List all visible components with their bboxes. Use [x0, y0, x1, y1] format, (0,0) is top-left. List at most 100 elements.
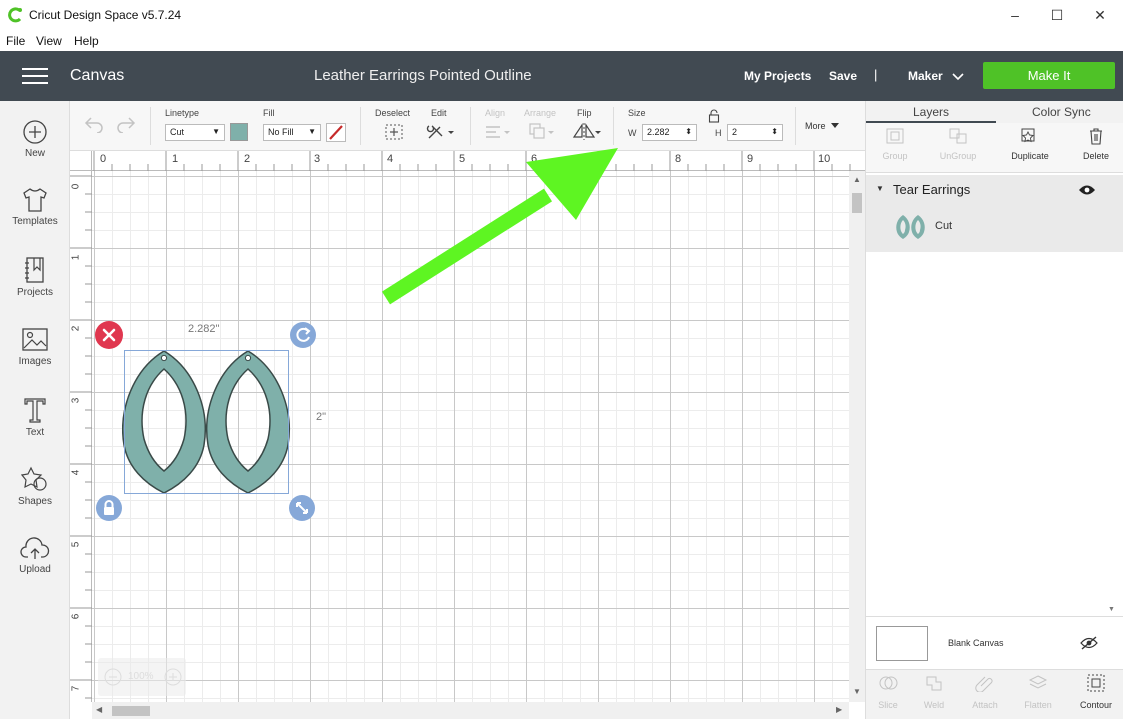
- sidebar-item-label: Text: [25, 427, 45, 438]
- tab-layers[interactable]: Layers: [913, 105, 949, 119]
- delete-label: Delete: [1082, 151, 1109, 161]
- close-button[interactable]: ✕: [1080, 4, 1120, 26]
- scroll-left-arrow-icon[interactable]: ◀: [96, 705, 102, 714]
- duplicate-button[interactable]: Duplicate: [998, 127, 1062, 161]
- tshirt-icon: [23, 188, 47, 212]
- ruler-top-label: 1: [172, 153, 179, 165]
- delete-button[interactable]: Delete: [1064, 127, 1123, 161]
- blank-canvas-swatch[interactable]: [876, 626, 928, 661]
- fill-select[interactable]: No Fill ▼: [263, 124, 321, 141]
- vertical-scrollbar[interactable]: ▲ ▼: [849, 171, 865, 702]
- weld-button[interactable]: Weld: [908, 674, 960, 710]
- sidebar-item-text[interactable]: Text: [0, 396, 70, 456]
- menu-view[interactable]: View: [36, 34, 62, 48]
- dropdown-arrow-icon: ▼: [212, 127, 220, 136]
- ungroup-button[interactable]: UnGroup: [926, 127, 990, 161]
- maximize-button[interactable]: ☐: [1037, 4, 1077, 26]
- chevron-down-icon[interactable]: [951, 70, 965, 84]
- blank-canvas-row[interactable]: Blank Canvas: [866, 616, 1123, 669]
- zoom-in-icon[interactable]: [164, 668, 182, 686]
- height-label: H: [715, 128, 722, 138]
- width-input[interactable]: 2.282 ⬍: [642, 124, 697, 141]
- zoom-out-icon[interactable]: [104, 668, 122, 686]
- sidebar-item-templates[interactable]: Templates: [0, 187, 70, 247]
- left-sidebar: New Templates Projects Images Text Shape…: [0, 101, 70, 719]
- group-label: Group: [882, 151, 908, 161]
- no-fill-swatch-icon[interactable]: [326, 123, 346, 142]
- ungroup-icon: [949, 128, 967, 144]
- zoom-level: 100%: [128, 671, 154, 682]
- bottom-tools: Slice Weld Attach Flatten Contour: [866, 669, 1123, 719]
- sidebar-item-images[interactable]: Images: [0, 327, 70, 387]
- cloud-upload-icon: [20, 537, 50, 559]
- deselect-icon[interactable]: [384, 123, 404, 141]
- ruler-left-label: 0: [70, 183, 82, 190]
- stepper-arrows-icon[interactable]: ⬍: [771, 127, 778, 136]
- layer-name: Cut: [935, 220, 953, 232]
- flatten-button[interactable]: Flatten: [1012, 674, 1064, 710]
- lock-icon[interactable]: [708, 109, 720, 123]
- eye-hidden-icon[interactable]: [1080, 636, 1098, 650]
- flip-icon[interactable]: [572, 122, 602, 142]
- machine-selector[interactable]: Maker: [908, 69, 943, 83]
- resize-handle-icon[interactable]: [288, 494, 316, 522]
- attach-button[interactable]: Attach: [959, 674, 1011, 710]
- linetype-select[interactable]: Cut ▼: [165, 124, 225, 141]
- height-input[interactable]: 2 ⬍: [727, 124, 783, 141]
- my-projects-link[interactable]: My Projects: [744, 69, 811, 83]
- sidebar-item-shapes[interactable]: Shapes: [0, 465, 70, 525]
- contour-button[interactable]: Contour: [1070, 674, 1122, 710]
- panel-scroll-down-icon[interactable]: ▼: [1108, 606, 1115, 613]
- ruler-left-ticks: [70, 175, 92, 699]
- stepper-arrows-icon[interactable]: ⬍: [685, 127, 692, 136]
- rotate-handle-icon[interactable]: [289, 321, 317, 349]
- duplicate-label: Duplicate: [1011, 151, 1049, 161]
- layer-group-tear-earrings[interactable]: ▼ Tear Earrings Cut: [866, 175, 1123, 252]
- ruler-top-label: 9: [747, 153, 754, 165]
- tab-color-sync[interactable]: Color Sync: [1032, 105, 1091, 119]
- slice-button[interactable]: Slice: [862, 674, 914, 710]
- vertical-scroll-thumb[interactable]: [852, 193, 862, 213]
- toolbar-divider: [360, 107, 361, 145]
- ruler-top-label: 3: [314, 153, 321, 165]
- sidebar-item-upload[interactable]: Upload: [0, 537, 70, 597]
- sidebar-item-new[interactable]: New: [0, 119, 70, 179]
- hamburger-menu-icon[interactable]: [22, 68, 48, 86]
- delete-handle-icon[interactable]: [94, 320, 124, 350]
- ruler-left-label: 6: [70, 613, 82, 620]
- ruler-left: 0 1 2 3 4 5 6 7: [70, 171, 92, 702]
- menu-file[interactable]: File: [6, 34, 25, 48]
- eye-visibility-icon[interactable]: [1078, 184, 1096, 196]
- paperclip-icon: [975, 676, 993, 692]
- minimize-button[interactable]: –: [995, 4, 1035, 26]
- shapes-icon: [21, 466, 47, 491]
- section-title: Canvas: [70, 67, 125, 84]
- collapse-triangle-icon[interactable]: ▼: [876, 184, 884, 193]
- ruler-top-label: 0: [100, 153, 107, 165]
- group-button[interactable]: Group: [863, 127, 927, 161]
- arrange-icon[interactable]: [528, 122, 556, 142]
- make-it-button[interactable]: Make It: [983, 62, 1115, 89]
- horizontal-scrollbar[interactable]: ◀ ▶: [92, 702, 849, 719]
- toolbar-divider: [150, 107, 151, 145]
- save-button[interactable]: Save: [829, 69, 857, 83]
- sidebar-item-label: Templates: [12, 216, 58, 227]
- lock-handle-icon[interactable]: [95, 494, 123, 522]
- sidebar-item-projects[interactable]: Projects: [0, 256, 70, 316]
- edit-tools-icon[interactable]: [426, 122, 456, 142]
- menu-help[interactable]: Help: [74, 34, 99, 48]
- horizontal-scroll-thumb[interactable]: [112, 706, 150, 716]
- redo-icon[interactable]: [116, 115, 136, 133]
- caret-down-icon[interactable]: [831, 123, 839, 129]
- attach-label: Attach: [972, 700, 998, 710]
- linetype-color-swatch[interactable]: [230, 123, 248, 141]
- layer-group-name: Tear Earrings: [893, 182, 971, 197]
- scroll-down-arrow-icon[interactable]: ▼: [853, 687, 861, 696]
- more-button[interactable]: More: [805, 121, 826, 131]
- scroll-up-arrow-icon[interactable]: ▲: [853, 175, 861, 184]
- undo-icon[interactable]: [84, 115, 104, 133]
- scroll-right-arrow-icon[interactable]: ▶: [836, 705, 842, 714]
- align-icon[interactable]: [484, 123, 512, 141]
- ruler-left-label: 1: [70, 254, 82, 261]
- ruler-top-label: 8: [675, 153, 682, 165]
